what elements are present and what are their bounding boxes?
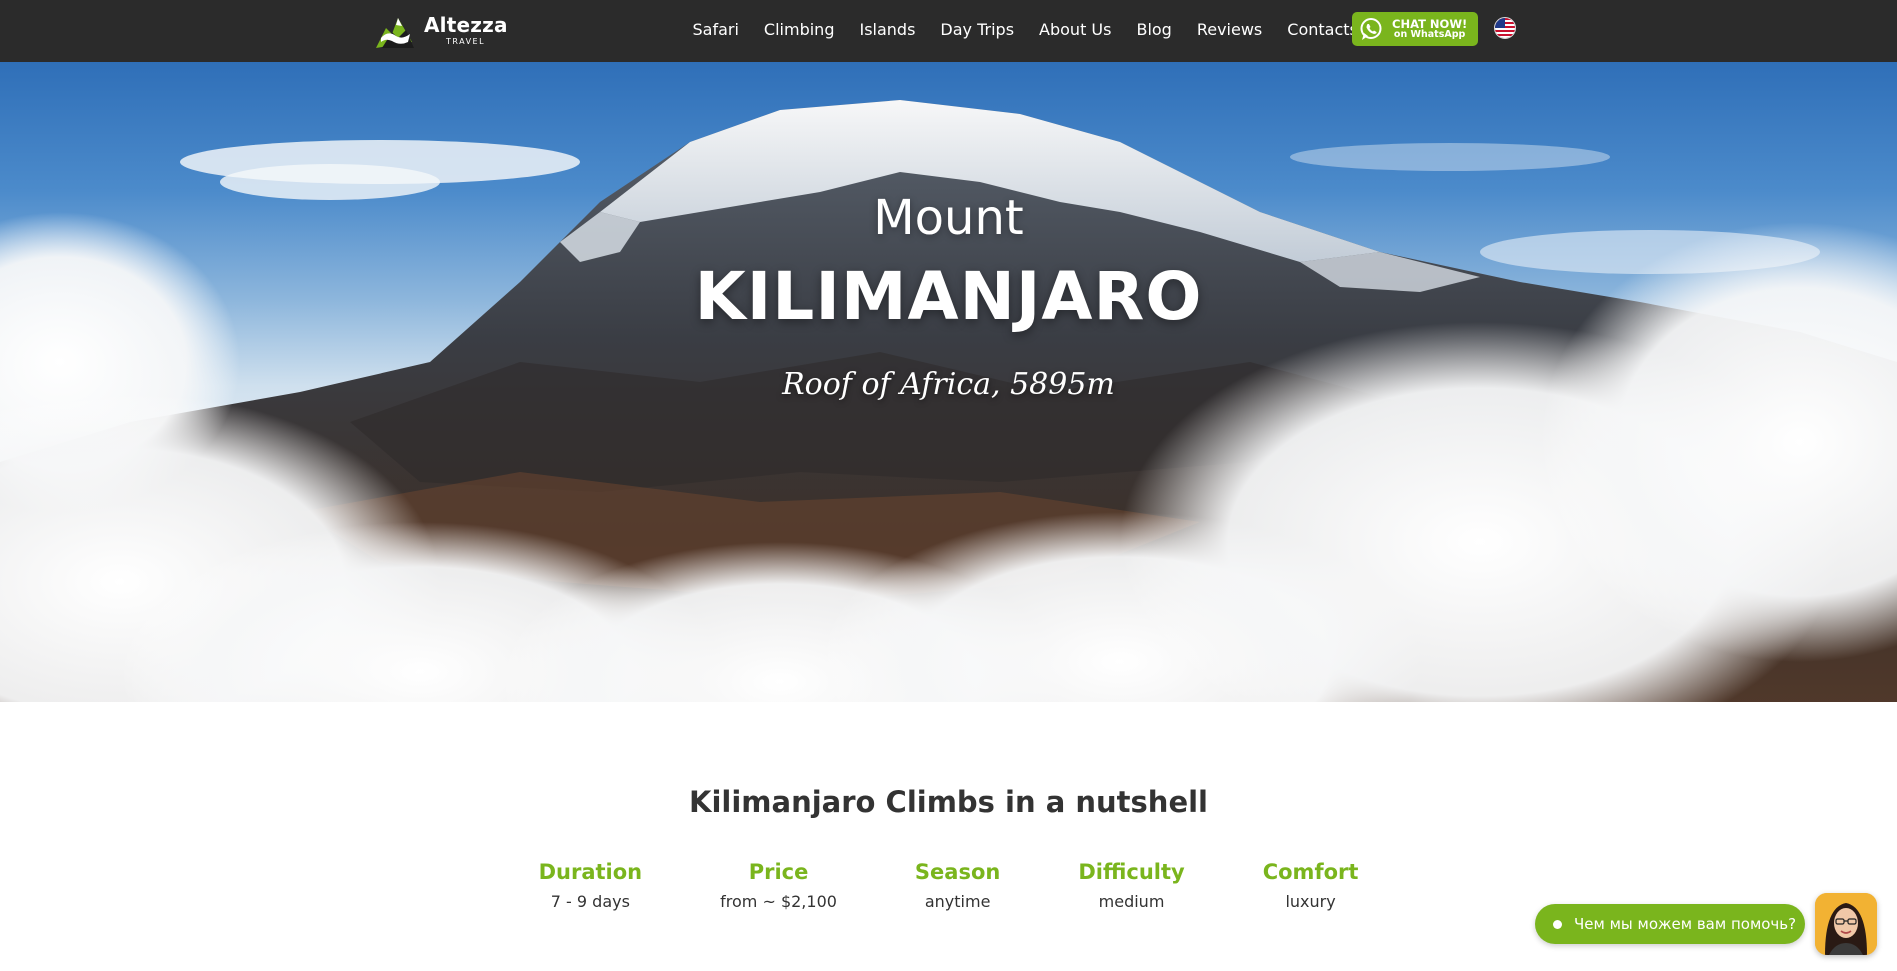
hero-title: KILIMANJARO	[694, 258, 1203, 335]
support-agent-avatar-icon	[1815, 893, 1877, 955]
fact-season: Season anytime	[915, 860, 1000, 911]
fact-label: Season	[914, 860, 1001, 884]
whatsapp-icon	[1360, 18, 1382, 40]
chat-prompt-button[interactable]: Чем мы можем вам помочь?	[1535, 904, 1805, 944]
nav-item-safari[interactable]: Safari	[680, 20, 751, 39]
logo-subtitle: TRAVEL	[446, 36, 486, 46]
hero-pre-title: Mount	[873, 190, 1024, 246]
altezza-logo[interactable]: Altezza TRAVEL	[372, 8, 508, 52]
chat-prompt-text: Чем мы можем вам помочь?	[1574, 915, 1797, 933]
kilimanjaro-hero-image	[0, 100, 1897, 782]
fact-value: from ~ $2,100	[720, 892, 837, 911]
nav-item-climbing[interactable]: Climbing	[751, 20, 847, 39]
nav-item-about-us[interactable]: About Us	[1027, 20, 1124, 39]
whatsapp-label-secondary: on WhatsApp	[1393, 29, 1466, 41]
fact-label: Price	[748, 860, 809, 884]
nav-item-islands[interactable]: Islands	[847, 20, 928, 39]
top-navigation-bar: Altezza TRAVEL Safari Climbing Islands D…	[0, 0, 1897, 62]
fact-value: 7 - 9 days	[550, 892, 630, 911]
nutshell-section-title: Kilimanjaro Climbs in a nutshell	[688, 785, 1208, 819]
nav-item-blog[interactable]: Blog	[1124, 20, 1184, 39]
online-status-dot	[1553, 919, 1562, 929]
fact-label: Difficulty	[1078, 860, 1185, 884]
language-selector[interactable]	[1494, 17, 1516, 39]
fact-label: Duration	[538, 860, 643, 884]
logo-name: Altezza	[424, 12, 508, 37]
whatsapp-chat-button[interactable]: CHAT NOW! on WhatsApp	[1352, 12, 1478, 46]
fact-duration: Duration 7 - 9 days	[539, 860, 643, 911]
fact-price: Price from ~ $2,100	[720, 860, 837, 911]
fact-label: Comfort	[1262, 860, 1359, 884]
fact-difficulty: Difficulty medium	[1078, 860, 1184, 911]
main-nav: Safari Climbing Islands Day Trips About …	[680, 0, 1370, 58]
fact-value: anytime	[924, 892, 991, 911]
fact-value: luxury	[1285, 892, 1336, 911]
chat-agent-avatar[interactable]	[1815, 893, 1877, 955]
fact-value: medium	[1098, 892, 1165, 911]
hero-tagline: Roof of Africa, 5895m	[782, 367, 1115, 402]
nav-item-day-trips[interactable]: Day Trips	[928, 20, 1027, 39]
us-flag-icon	[1495, 18, 1515, 38]
logo-mark-icon	[376, 18, 414, 48]
hero-banner: Mount KILIMANJARO Roof of Africa, 5895m	[0, 62, 1897, 782]
fact-comfort: Comfort luxury	[1263, 860, 1359, 911]
nav-item-reviews[interactable]: Reviews	[1184, 20, 1274, 39]
